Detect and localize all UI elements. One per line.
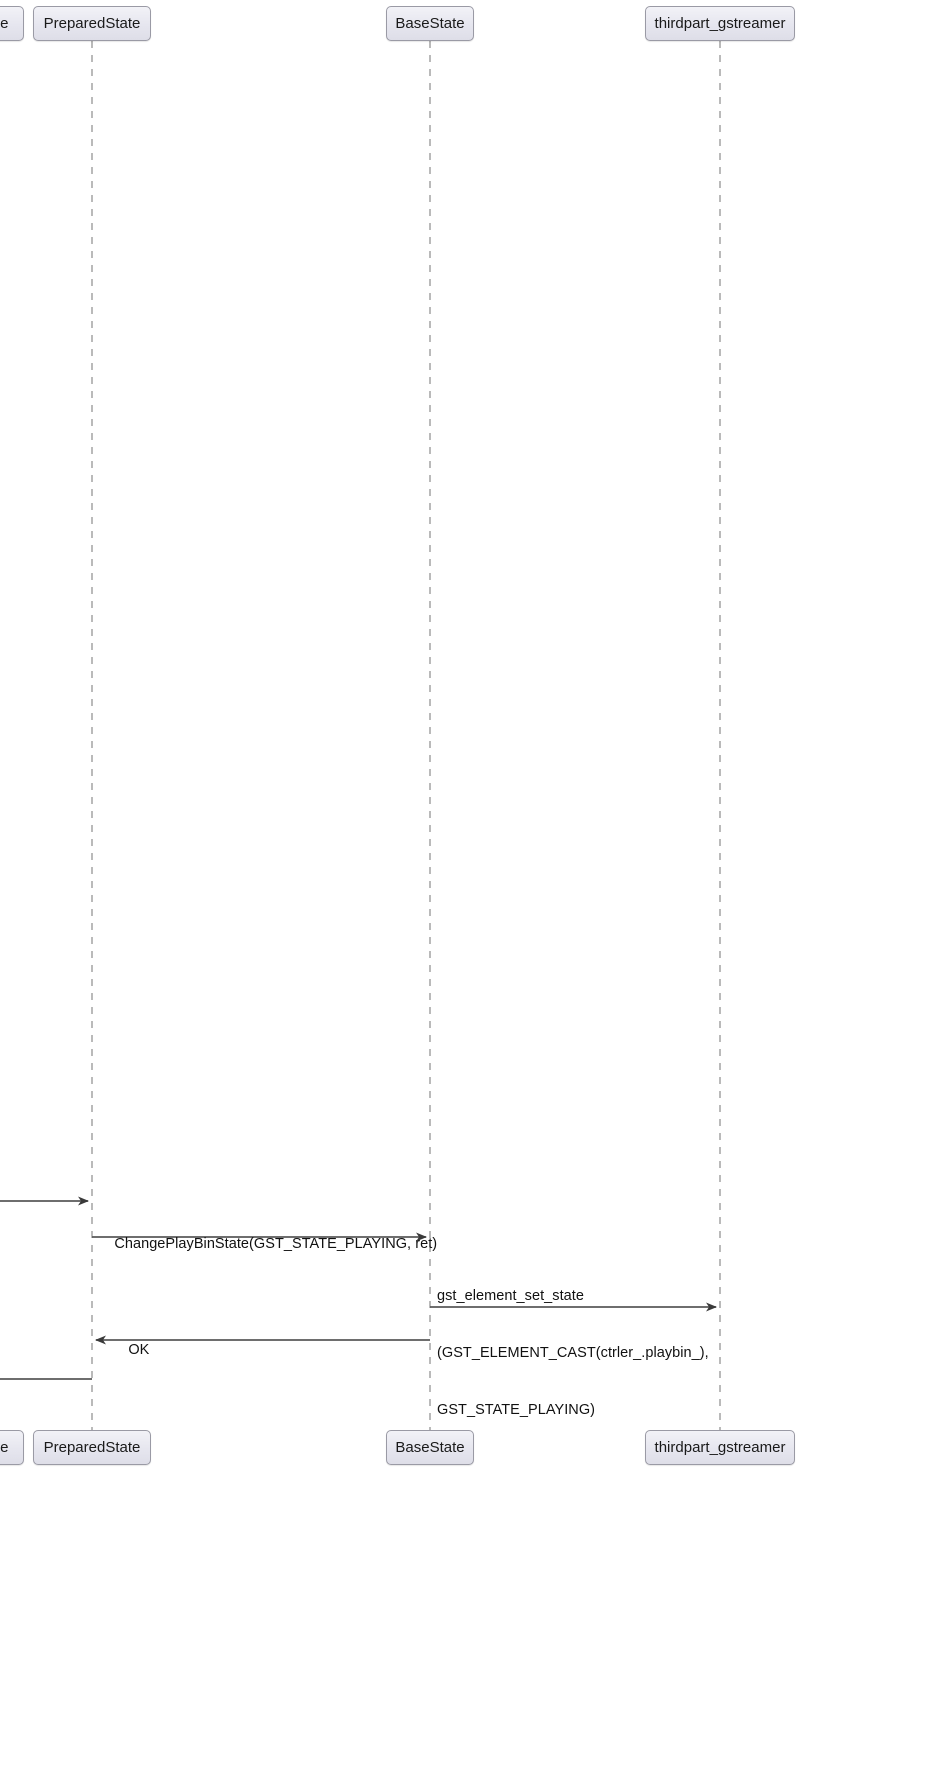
participant-label-clipped-left-footer: ate [0, 1439, 9, 1456]
participant-header-basestate[interactable]: BaseState [386, 6, 474, 41]
participant-label-clipped-left: ate [0, 15, 9, 32]
participant-footer-basestate[interactable]: BaseState [386, 1430, 474, 1465]
participant-label-basestate-footer: BaseState [395, 1439, 465, 1456]
message-label-gst-element-set-state: gst_element_set_state (GST_ELEMENT_CAST(… [437, 1249, 709, 1458]
message-label-line: OK [128, 1342, 150, 1358]
participant-label-preparedstate: PreparedState [43, 15, 141, 32]
participant-label-preparedstate-footer: PreparedState [43, 1439, 141, 1456]
sequence-diagram-canvas: ate PreparedState BaseState thirdpart_gs… [0, 0, 949, 1783]
message-label-changeplaybinstate: ChangePlayBinState(GST_STATE_PLAYING, re… [98, 1216, 437, 1273]
participant-footer-preparedstate[interactable]: PreparedState [33, 1430, 151, 1465]
message-label-line-2: (GST_ELEMENT_CAST(ctrler_.playbin_), [437, 1345, 709, 1361]
participant-header-clipped-left[interactable]: ate [0, 6, 24, 41]
participant-label-thirdpart-gstreamer-footer: thirdpart_gstreamer [654, 1439, 786, 1456]
message-label-line-1: gst_element_set_state [437, 1288, 584, 1304]
participant-footer-thirdpart-gstreamer[interactable]: thirdpart_gstreamer [645, 1430, 795, 1465]
participant-header-preparedstate[interactable]: PreparedState [33, 6, 151, 41]
message-label-ok-return: OK [112, 1322, 149, 1379]
participant-footer-clipped-left[interactable]: ate [0, 1430, 24, 1465]
message-label-line: ChangePlayBinState(GST_STATE_PLAYING, re… [114, 1236, 438, 1252]
participant-label-basestate: BaseState [395, 15, 465, 32]
participant-header-thirdpart-gstreamer[interactable]: thirdpart_gstreamer [645, 6, 795, 41]
message-label-line-3: GST_STATE_PLAYING) [437, 1402, 596, 1418]
diagram-vector-layer [0, 41, 721, 1430]
participant-label-thirdpart-gstreamer: thirdpart_gstreamer [654, 15, 786, 32]
